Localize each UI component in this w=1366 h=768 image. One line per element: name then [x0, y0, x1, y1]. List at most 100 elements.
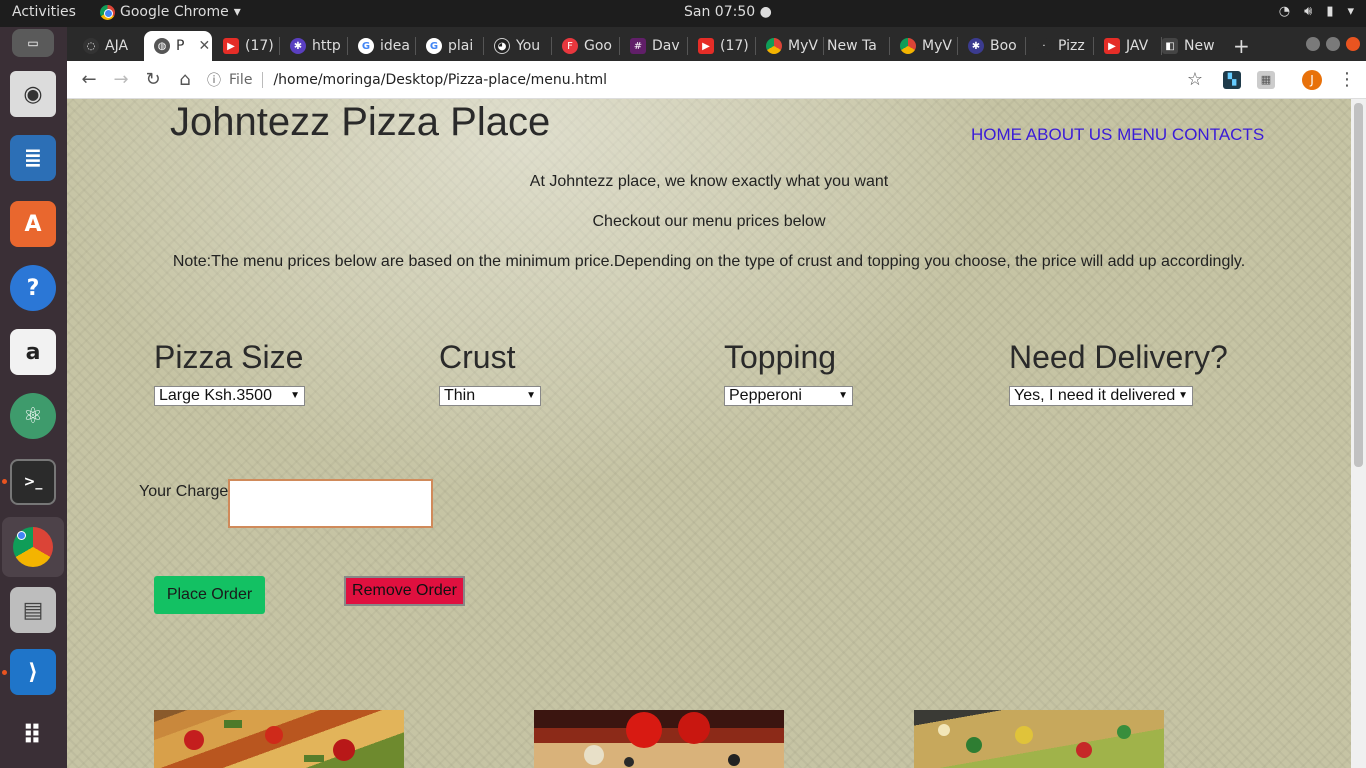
pizza-size-select[interactable]: Large Ksh.3500 ▼ [154, 386, 305, 406]
price-note: Note:The menu prices below are based on … [172, 253, 1246, 270]
extension-icon[interactable]: ▦ [1257, 71, 1275, 89]
clock-text: San 07:50 [684, 4, 756, 20]
running-indicator [2, 670, 7, 675]
menu-kebab-icon[interactable]: ⋮ [1335, 68, 1359, 92]
tab[interactable]: Gplai [416, 31, 481, 61]
software-center-icon[interactable]: A [10, 201, 56, 247]
github-icon: ◕ [494, 38, 510, 54]
scheme-label: File [229, 72, 264, 88]
tab[interactable]: # Dav [620, 31, 685, 61]
charge-label: Your Charge [139, 483, 229, 500]
tab-strip: ◌ AJA ◍ P ✕ ▶ (17) ✱ http Gidea Gplai ◕ You FG… [67, 27, 1366, 61]
nav-home[interactable]: HOME [971, 125, 1022, 144]
bookmark-icon: ✱ [968, 38, 984, 54]
battery-icon: ▮ [1326, 4, 1334, 19]
pizza-image [534, 710, 784, 768]
tab-label: AJA [105, 38, 129, 54]
tab[interactable]: ◕ You [484, 31, 549, 61]
tab-active[interactable]: ◍ P ✕ [144, 31, 212, 61]
pizza-toppings-graphic [938, 724, 1131, 758]
address-bar[interactable]: ⓘ File /home/moringa/Desktop/Pizza-place… [207, 65, 1207, 95]
help-icon[interactable]: ? [10, 265, 56, 311]
app-menu[interactable]: Google Chrome ▾ [100, 4, 241, 20]
tab[interactable]: F Goo [552, 31, 617, 61]
new-tab-button[interactable]: + [1229, 31, 1259, 61]
tab[interactable]: ▶ JAV [1094, 31, 1159, 61]
scanner-icon[interactable]: ▤ [10, 587, 56, 633]
tab-label: Dav [652, 38, 680, 54]
close-tab-icon[interactable]: ✕ [198, 38, 210, 54]
terminal-icon[interactable]: >_ [10, 459, 56, 505]
writer-icon[interactable]: ≣ [10, 135, 56, 181]
youtube-icon: ▶ [1104, 38, 1120, 54]
place-order-button[interactable]: Place Order [154, 576, 265, 614]
wifi-icon: ◔ [1278, 4, 1291, 19]
reload-icon[interactable]: ↻ [141, 68, 165, 92]
nav-menu[interactable]: MENU [1117, 125, 1167, 144]
tab[interactable]: ✱ Boo [958, 31, 1023, 61]
delivery-select[interactable]: Yes, I need it delivered ▼ [1009, 386, 1193, 406]
volume-icon: 🔊︎ [1304, 4, 1313, 19]
tab-label: idea [380, 38, 410, 54]
nav-about-us[interactable]: ABOUT US [1026, 125, 1113, 144]
chrome-dock-icon[interactable] [2, 517, 64, 577]
scrollbar-thumb[interactable] [1354, 103, 1363, 467]
pizza-size-heading: Pizza Size [154, 339, 304, 375]
chevron-down-icon: ▾ [233, 4, 241, 20]
tab[interactable]: New Ta [817, 31, 887, 61]
tab[interactable]: ▶ (17) [213, 31, 277, 61]
delivery-heading: Need Delivery? [1009, 339, 1228, 375]
tab[interactable]: Gidea [348, 31, 413, 61]
info-icon[interactable]: ⓘ [207, 70, 221, 90]
google-drive-icon [900, 38, 916, 54]
page-scrollbar[interactable] [1351, 99, 1366, 768]
clock[interactable]: San 07:50 ● [684, 4, 772, 20]
topping-select[interactable]: Pepperoni ▼ [724, 386, 853, 406]
amazon-icon[interactable]: a [10, 329, 56, 375]
url-text[interactable]: /home/moringa/Desktop/Pizza-place/menu.h… [273, 72, 607, 88]
home-icon[interactable]: ⌂ [173, 68, 197, 92]
dropdown-arrow-icon: ▼ [838, 390, 848, 401]
app-menu-label: Google Chrome [120, 4, 229, 20]
show-applications-icon[interactable]: ⠿ [10, 713, 56, 759]
tab[interactable]: MyV [756, 31, 821, 61]
vscode-icon[interactable]: ⟩ [10, 649, 56, 695]
forward-icon[interactable]: → [109, 68, 133, 92]
tab-label: (17) [720, 38, 749, 54]
dropdown-arrow-icon: ▼ [1178, 390, 1188, 401]
nav-contacts[interactable]: CONTACTS [1172, 125, 1264, 144]
tab[interactable]: ◧ New [1152, 31, 1222, 61]
select-value: Pepperoni [729, 387, 802, 404]
back-icon[interactable]: ← [77, 68, 101, 92]
close-window-button[interactable] [1346, 37, 1360, 51]
tab-label: plai [448, 38, 474, 54]
tab-label: New Ta [827, 38, 877, 54]
tab[interactable]: ◌ AJA [73, 31, 143, 61]
globe-icon: ◍ [154, 38, 170, 54]
extension-icon[interactable]: ▚ [1223, 71, 1241, 89]
pizza-image [154, 710, 404, 768]
minimize-button[interactable] [1306, 37, 1320, 51]
remove-order-button[interactable]: Remove Order [344, 576, 465, 606]
tab[interactable]: · Pizz [1026, 31, 1091, 61]
tab-label: Goo [584, 38, 612, 54]
system-tray[interactable]: ◔ 🔊︎ ▮ ▾ [1279, 4, 1354, 19]
tab[interactable]: MyV [890, 31, 955, 61]
site-nav: HOME ABOUT US MENU CONTACTS [971, 125, 1264, 145]
google-drive-icon [766, 38, 782, 54]
maximize-button[interactable] [1326, 37, 1340, 51]
tab[interactable]: ▶ (17) [688, 31, 753, 61]
tab[interactable]: ✱ http [280, 31, 345, 61]
intro-text: At Johntezz place, we know exactly what … [529, 173, 889, 190]
window-thumbnail-icon[interactable]: ▭ [12, 29, 54, 57]
bookmark-star-icon[interactable]: ☆ [1183, 68, 1207, 92]
rhythmbox-icon[interactable]: ◉ [10, 71, 56, 117]
tab-label: MyV [788, 38, 818, 54]
activities-button[interactable]: Activities [12, 4, 76, 20]
chevron-down-icon: ▾ [1347, 4, 1354, 19]
crust-select[interactable]: Thin ▼ [439, 386, 541, 406]
charge-output[interactable] [228, 479, 433, 528]
atom-icon[interactable]: ⚛ [10, 393, 56, 439]
youtube-icon: ▶ [698, 38, 714, 54]
profile-avatar[interactable]: J [1302, 70, 1322, 90]
